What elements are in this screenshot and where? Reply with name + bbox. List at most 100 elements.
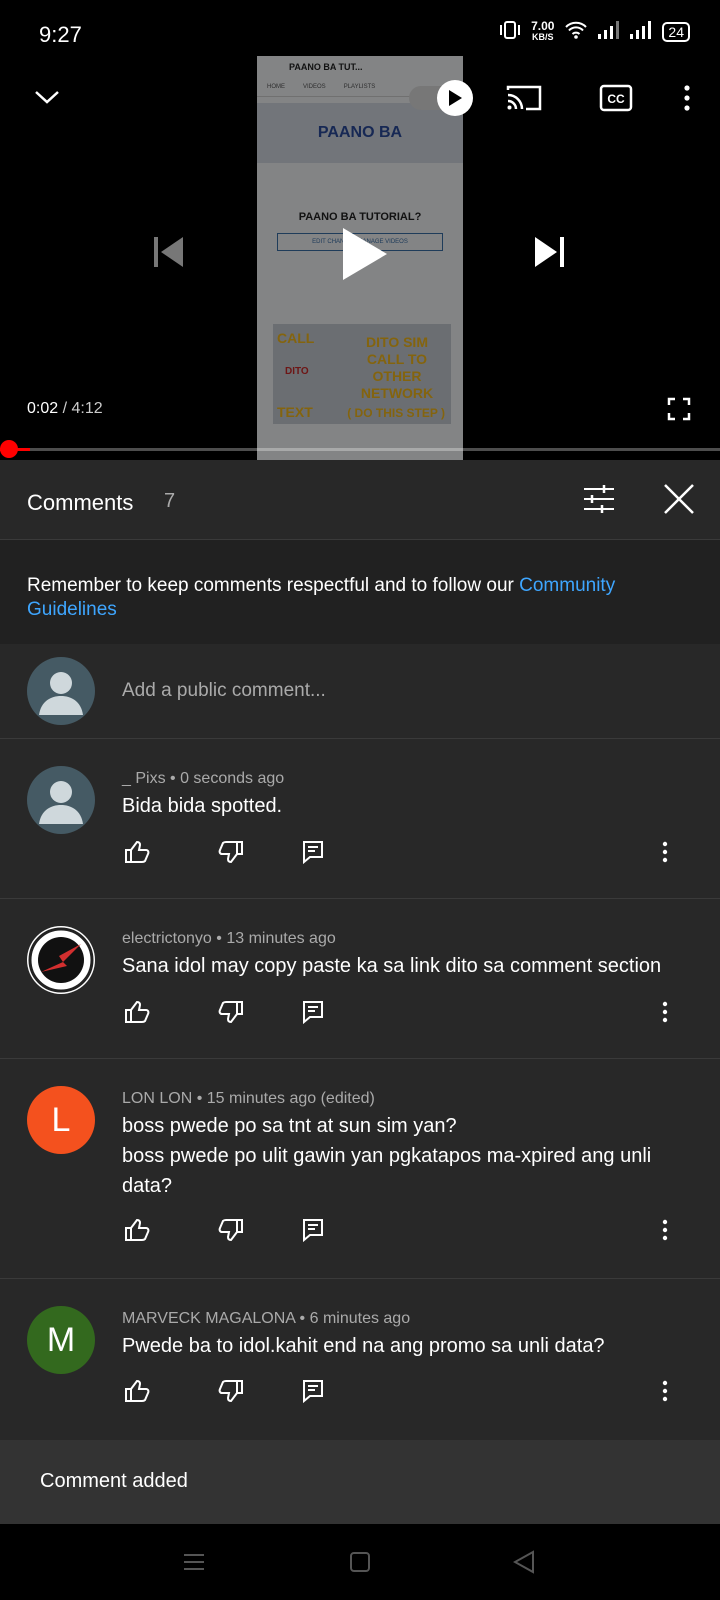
comment-text: Pwede ba to idol.kahit end na ang promo … [122,1335,605,1357]
comment-meta: LON LON • 15 minutes ago (edited) [122,1090,375,1107]
back-triangle-icon [513,1550,534,1574]
comment-avatar[interactable] [27,926,95,994]
sort-filter-button[interactable] [580,480,618,518]
autoplay-toggle[interactable] [406,80,473,116]
play-button[interactable] [338,224,392,284]
net-speed: 7.00 KB/S [531,18,555,43]
comment-meta: _ Pixs • 0 seconds ago [122,770,285,787]
dislike-button[interactable] [216,837,246,867]
fullscreen-button[interactable] [664,394,694,424]
notice-text: Remember to keep comments respectful and… [27,575,520,596]
reply-icon [303,1380,323,1403]
comment-item: _ Pixs • 0 seconds ago Bida bida spotted… [0,739,720,899]
vibrate-icon [499,20,521,43]
dislike-button[interactable] [216,997,246,1027]
comment-text: boss pwede po sa tnt at sun sim yan? bos… [122,1115,652,1197]
default-avatar-icon [39,672,83,715]
status-time: 9:27 [39,22,82,47]
status-icons: 7.00 KB/S 24 [499,20,690,43]
comment-time: 6 minutes ago [309,1310,411,1327]
add-comment-row[interactable]: Add a public comment... [0,644,720,739]
wifi-icon [564,20,588,43]
comment-actions [120,837,700,867]
reply-icon [303,841,323,864]
next-button[interactable] [532,234,568,270]
skip-previous-icon [154,237,183,267]
user-avatar [27,657,95,725]
reply-button[interactable] [298,1376,328,1406]
comment-author[interactable]: _ Pixs [122,770,166,787]
comment-avatar[interactable] [27,766,95,834]
comment-item: M MARVECK MAGALONA • 6 minutes ago Pwede… [0,1279,720,1439]
system-nav-bar [0,1524,720,1600]
like-button[interactable] [122,1215,152,1245]
comment-avatar[interactable]: L [27,1086,95,1154]
back-button[interactable] [508,1546,540,1578]
video-more-button[interactable] [672,80,702,116]
comment-actions [120,1215,700,1245]
previous-button[interactable] [150,234,186,270]
comments-panel: Comments 7 Remember to keep comments res… [0,460,720,1524]
net-speed-value: 7.00 [531,18,555,33]
comment-text: Sana idol may copy paste ka sa link dito… [122,955,662,977]
comment-author[interactable]: electrictonyo [122,930,212,947]
current-time: 0:02 [27,400,59,417]
avatar-letter: L [51,1100,71,1139]
progress-scrubber[interactable] [0,440,18,458]
time-separator: / [58,400,72,417]
comment-avatar[interactable]: M [27,1306,95,1374]
comment-more-button[interactable] [650,997,680,1027]
comment-text: Bida bida spotted. [122,795,283,817]
cast-icon [506,85,542,111]
more-vertical-icon [662,841,668,863]
recents-button[interactable] [178,1546,210,1578]
comment-actions [120,997,700,1027]
video-duration: 4:12 [71,400,103,417]
menu-icon [184,1554,204,1570]
add-comment-input[interactable]: Add a public comment... [122,680,326,702]
comment-item: L LON LON • 15 minutes ago (edited) boss… [0,1059,720,1279]
signal-icon [598,21,620,42]
cc-icon: CC [599,84,633,112]
cast-button[interactable] [504,80,544,116]
comment-author[interactable]: LON LON [122,1090,192,1107]
svg-text:CC: CC [607,92,625,106]
home-button[interactable] [344,1546,376,1578]
comment-time: 15 minutes ago (edited) [206,1090,375,1107]
autoplay-play-icon [437,80,473,116]
dislike-button[interactable] [216,1215,246,1245]
comment-meta: MARVECK MAGALONA • 6 minutes ago [122,1310,411,1327]
captions-button[interactable]: CC [596,80,636,116]
comment-more-button[interactable] [650,1215,680,1245]
reply-button[interactable] [298,997,328,1027]
comment-author[interactable]: MARVECK MAGALONA [122,1310,295,1327]
more-vertical-icon [662,1380,668,1402]
thumbs-up-icon [125,1218,150,1241]
channel-logo-icon [28,927,94,993]
thumbs-up-icon [125,1379,150,1402]
reply-button[interactable] [298,1215,328,1245]
thumbs-up-icon [125,1000,150,1023]
more-vertical-icon [662,1001,668,1023]
dislike-button[interactable] [216,1376,246,1406]
comment-item: electrictonyo • 13 minutes ago Sana idol… [0,899,720,1059]
like-button[interactable] [122,997,152,1027]
minimize-button[interactable] [32,82,62,112]
thumbs-down-icon [218,1219,243,1242]
video-player[interactable]: PAANO BA TUT... HOME VIDEOS PLAYLISTS PA… [0,56,720,460]
thumbs-down-icon [218,1001,243,1024]
reply-icon [303,1001,323,1024]
video-time: 0:02 / 4:12 [27,400,103,418]
more-vertical-icon [684,85,690,111]
comment-more-button[interactable] [650,837,680,867]
reply-button[interactable] [298,837,328,867]
progress-bar[interactable] [0,448,720,451]
tune-icon [584,485,614,513]
reply-icon [303,1219,323,1242]
snackbar: Comment added [0,1440,720,1524]
comment-more-button[interactable] [650,1376,680,1406]
close-comments-button[interactable] [660,480,698,518]
fullscreen-icon [667,397,691,421]
like-button[interactable] [122,1376,152,1406]
like-button[interactable] [122,837,152,867]
